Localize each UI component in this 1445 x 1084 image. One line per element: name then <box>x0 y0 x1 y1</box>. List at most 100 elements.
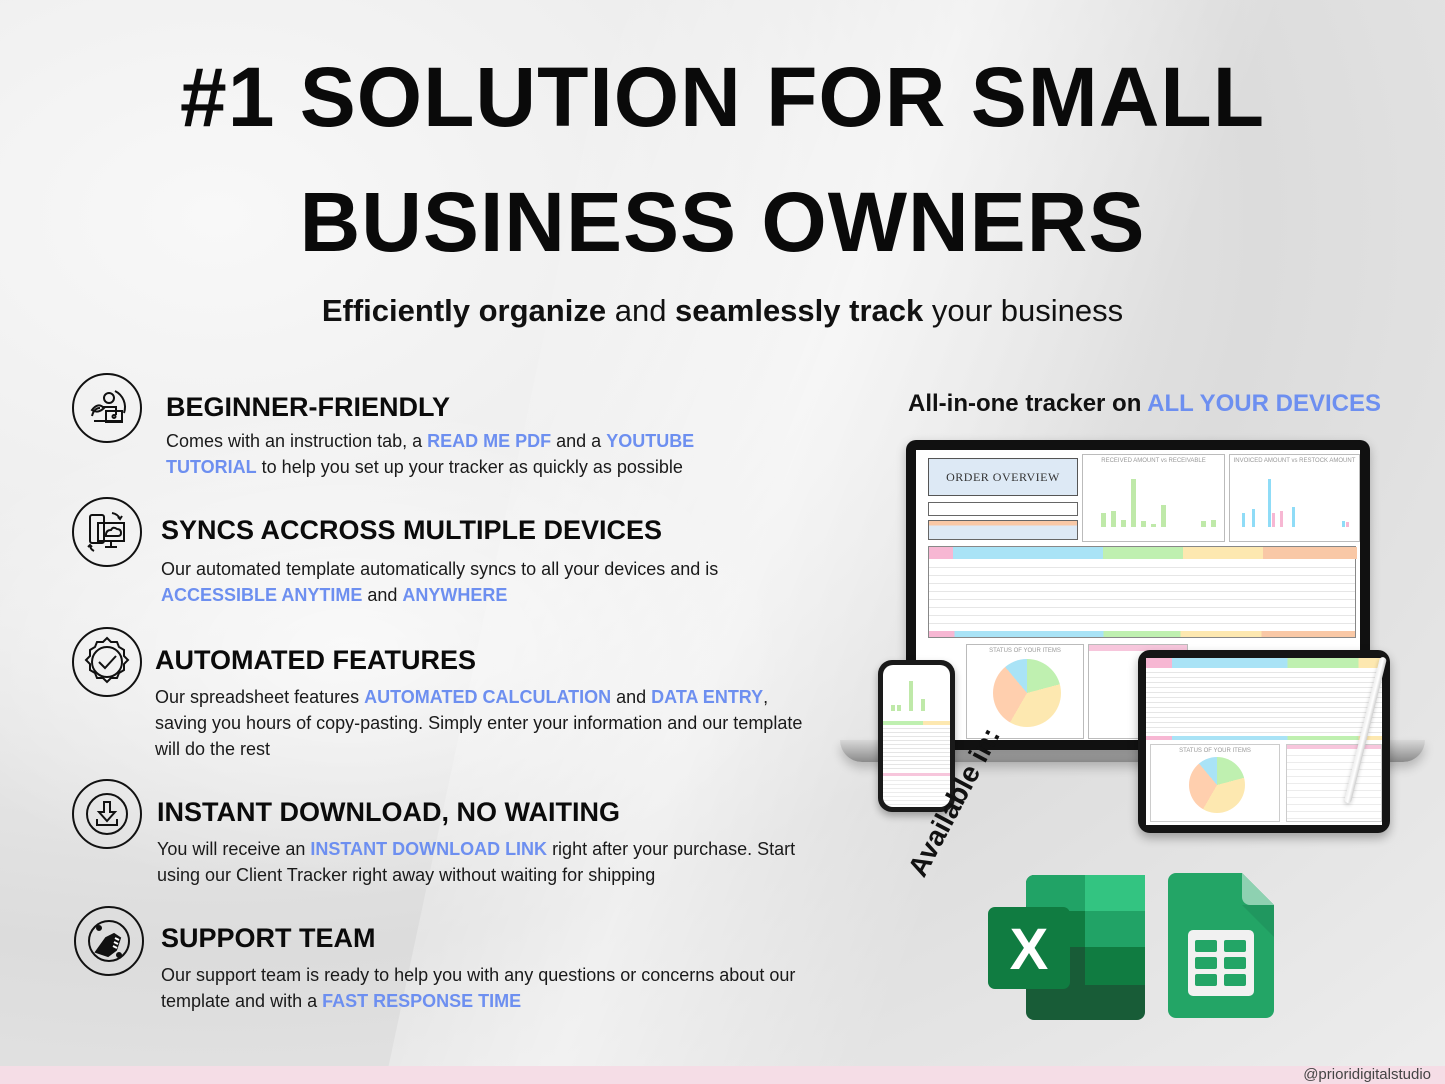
devices-sync-icon <box>72 497 142 567</box>
devices-heading: All-in-one tracker on ALL YOUR DEVICES <box>908 390 1381 418</box>
chart-bar <box>1101 513 1106 527</box>
table-row <box>929 583 1355 584</box>
google-sheets-logo-icon <box>1168 873 1274 1018</box>
table-row <box>929 591 1355 592</box>
desc-highlight: ACCESSIBLE ANYTIME <box>161 585 363 605</box>
todo-list <box>1287 749 1381 819</box>
devices-heading-highlight: ALL YOUR DEVICES <box>1147 390 1381 417</box>
feature-description: Our support team is ready to help you wi… <box>161 962 811 1014</box>
desc-highlight: INSTANT DOWNLOAD LINK <box>310 839 548 859</box>
chart-bar <box>1121 520 1126 527</box>
table-row <box>929 599 1355 600</box>
chart-title: STATUS OF YOUR ITEMS <box>989 648 1061 654</box>
chart-bar <box>1131 479 1136 527</box>
devices-heading-text: All-in-one tracker on <box>908 390 1148 417</box>
status-pie-chart <box>993 659 1061 727</box>
table-header <box>1103 547 1183 559</box>
tablet-total-row <box>1146 736 1382 740</box>
tablet-table-header <box>1146 658 1382 668</box>
table-row <box>929 623 1355 624</box>
desc-text: and <box>611 687 652 707</box>
phone-todo-header <box>883 773 950 776</box>
excel-logo-icon: X <box>988 875 1145 1020</box>
table-row <box>929 567 1355 568</box>
status-pie-chart <box>1189 757 1245 813</box>
table-row <box>929 607 1355 608</box>
tablet-mockup: STATUS OF YOUR ITEMS <box>1138 650 1390 833</box>
desc-highlight: ANYWHERE <box>402 585 508 605</box>
subtitle: Efficiently organize and seamlessly trac… <box>0 293 1445 329</box>
feature-title: SUPPORT TEAM <box>161 923 376 953</box>
phone-table <box>883 725 950 771</box>
monthly-table <box>928 546 1357 638</box>
best-item-box <box>928 520 1078 540</box>
chart-bar <box>1268 479 1271 527</box>
chart-title: RECEIVED AMOUNT vs RECEIVABLE <box>1101 458 1206 464</box>
chart-bar <box>1280 511 1283 527</box>
svg-text:X: X <box>1010 917 1049 982</box>
feature-description: Our automated template automatically syn… <box>161 556 761 608</box>
tablet-table <box>1146 668 1382 736</box>
desc-highlight: READ ME PDF <box>427 431 552 451</box>
footer-bar <box>0 1066 1445 1084</box>
subtitle-bold-2: seamlessly track <box>675 293 924 328</box>
feature-description: Our spreadsheet features AUTOMATED CALCU… <box>155 684 805 762</box>
desc-text: Our spreadsheet features <box>155 687 365 707</box>
feature-title: AUTOMATED FEATURES <box>155 645 476 675</box>
desc-text: Comes with an instruction tab, a <box>166 431 428 451</box>
desc-text: to help you set up your tracker as quick… <box>256 457 683 477</box>
table-row <box>929 615 1355 616</box>
table-header <box>1263 547 1357 559</box>
download-icon <box>72 779 142 849</box>
received-vs-receivable-chart: RECEIVED AMOUNT vs RECEIVABLE <box>1082 454 1225 542</box>
gear-check-icon <box>72 627 142 697</box>
desc-highlight: FAST RESPONSE TIME <box>322 991 522 1011</box>
chart-bar <box>1141 521 1146 527</box>
table-header <box>929 547 953 559</box>
headline-line-2: BUSINESS OWNERS <box>299 175 1146 269</box>
chart-title: INVOICED AMOUNT vs RESTOCK AMOUNT <box>1233 458 1356 464</box>
chart-bar <box>1111 511 1116 527</box>
start-date-box <box>928 502 1078 516</box>
chart-bar <box>1211 520 1216 527</box>
table-row <box>929 575 1355 576</box>
table-header <box>1183 547 1263 559</box>
phone-screen <box>883 665 950 807</box>
feature-description: Comes with an instruction tab, a READ ME… <box>166 428 746 480</box>
chart-bar <box>1292 507 1295 527</box>
tablet-todo-panel <box>1286 744 1382 822</box>
headline-line-1: #1 SOLUTION FOR SMALL <box>179 50 1266 144</box>
desc-highlight: AUTOMATED CALCULATION <box>364 687 612 707</box>
table-header <box>953 547 1103 559</box>
handshake-support-icon <box>74 906 144 976</box>
chart-bar <box>921 699 925 711</box>
feature-title: BEGINNER-FRIENDLY <box>166 392 451 422</box>
chart-bar <box>909 681 913 711</box>
desc-text: Our automated template automatically syn… <box>161 559 719 579</box>
feature-description: You will receive an INSTANT DOWNLOAD LIN… <box>157 836 807 888</box>
feature-title: INSTANT DOWNLOAD, NO WAITING <box>157 797 620 827</box>
chart-title: STATUS OF YOUR ITEMS <box>1179 748 1251 754</box>
subtitle-text-2: your business <box>923 293 1124 328</box>
footer-handle: @prioridigitalstudio <box>1303 1066 1431 1083</box>
subtitle-bold-1: Efficiently organize <box>321 293 607 328</box>
subtitle-text-1: and <box>606 293 676 328</box>
chart-bar <box>1342 521 1345 527</box>
chart-bar <box>897 705 901 711</box>
chart-bar <box>1272 513 1275 527</box>
desc-text: and a <box>551 431 607 451</box>
invoiced-vs-restock-chart: INVOICED AMOUNT vs RESTOCK AMOUNT <box>1229 454 1360 542</box>
chart-bar <box>1242 513 1245 527</box>
chart-bar <box>1151 524 1156 527</box>
person-laptop-leaf-icon <box>72 373 142 443</box>
desc-text: You will receive an <box>157 839 311 859</box>
tablet-status-panel: STATUS OF YOUR ITEMS <box>1150 744 1280 822</box>
chart-bar <box>891 705 895 711</box>
chart-bar <box>1252 509 1255 527</box>
feature-title: SYNCS ACCROSS MULTIPLE DEVICES <box>161 515 663 545</box>
chart-bar <box>1161 505 1166 527</box>
chart-bar <box>1201 521 1206 527</box>
desc-text: and <box>362 585 403 605</box>
chart-bar <box>1346 522 1349 527</box>
desc-highlight: DATA ENTRY <box>651 687 764 707</box>
